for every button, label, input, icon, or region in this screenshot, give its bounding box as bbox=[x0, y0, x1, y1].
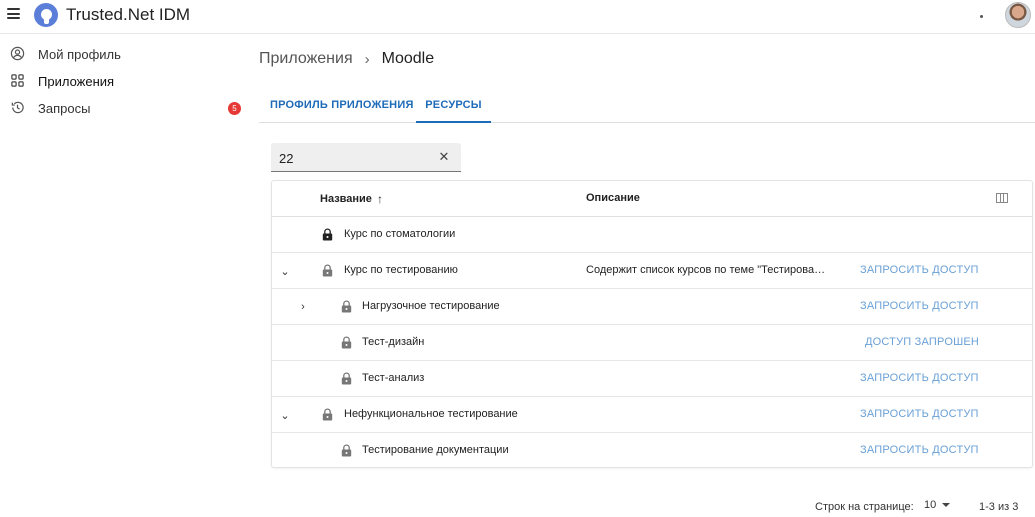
menu-icon[interactable] bbox=[7, 8, 20, 19]
resource-name: Курс по стоматологии bbox=[344, 228, 456, 240]
sidebar-item-profile[interactable]: Мой профиль bbox=[0, 41, 250, 67]
sidebar-item-label: Запросы bbox=[38, 100, 91, 116]
request-access-button[interactable]: ЗАПРОСИТЬ ДОСТУП bbox=[860, 408, 979, 420]
tab-resources[interactable]: РЕСУРСЫ bbox=[416, 88, 491, 123]
breadcrumb-current: Moodle bbox=[381, 50, 435, 67]
sidebar-item-applications[interactable]: Приложения bbox=[0, 68, 250, 94]
breadcrumb-parent[interactable]: Приложения bbox=[259, 50, 353, 68]
chevron-down-icon[interactable]: ⌄ bbox=[279, 265, 291, 278]
access-requested-status: ДОСТУП ЗАПРОШЕН bbox=[865, 336, 980, 348]
breadcrumb: Приложения › Moodle bbox=[259, 50, 434, 68]
table-row[interactable]: Курс по стоматологии bbox=[272, 217, 1032, 253]
lock-icon bbox=[322, 264, 333, 277]
lock-icon bbox=[341, 300, 352, 313]
app-bar: Trusted.Net IDM bbox=[0, 0, 1035, 34]
avatar[interactable] bbox=[1005, 2, 1031, 28]
tab-app-profile[interactable]: ПРОФИЛЬ ПРИЛОЖЕНИЯ bbox=[259, 88, 414, 122]
requests-count-badge: 5 bbox=[228, 102, 241, 115]
status-dot bbox=[980, 15, 983, 18]
resource-name: Тест-анализ bbox=[362, 372, 425, 384]
search-input[interactable] bbox=[279, 149, 429, 167]
tabs: ПРОФИЛЬ ПРИЛОЖЕНИЯ РЕСУРСЫ bbox=[259, 88, 1035, 123]
lock-icon bbox=[322, 408, 333, 421]
table-row[interactable]: Тест-анализ ЗАПРОСИТЬ ДОСТУП bbox=[272, 361, 1032, 397]
column-header-name-label: Название bbox=[320, 193, 372, 205]
sidebar-item-label: Мой профиль bbox=[38, 46, 121, 62]
rows-per-page-select[interactable]: 10 bbox=[924, 499, 951, 511]
history-icon bbox=[11, 101, 24, 114]
table-row[interactable]: Тестирование документации ЗАПРОСИТЬ ДОСТ… bbox=[272, 433, 1032, 469]
lock-icon bbox=[341, 372, 352, 385]
request-access-button[interactable]: ЗАПРОСИТЬ ДОСТУП bbox=[860, 264, 979, 276]
app-logo bbox=[34, 3, 58, 27]
apps-grid-icon bbox=[11, 74, 24, 87]
chevron-right-icon[interactable]: › bbox=[297, 301, 309, 313]
resource-name: Нагрузочное тестирование bbox=[362, 300, 500, 312]
resource-description: Содержит список курсов по теме "Тестиров… bbox=[586, 264, 831, 276]
breadcrumb-separator-icon: › bbox=[364, 50, 370, 68]
request-access-button[interactable]: ЗАПРОСИТЬ ДОСТУП bbox=[860, 444, 979, 456]
resources-table: Название ↑ Описание Курс по стоматологии… bbox=[271, 180, 1033, 468]
column-header-description: Описание bbox=[586, 192, 640, 204]
rows-per-page-value: 10 bbox=[924, 499, 937, 511]
columns-view-icon[interactable] bbox=[996, 193, 1008, 203]
pagination-range: 1-3 из 3 bbox=[979, 501, 1019, 513]
lock-icon bbox=[322, 228, 333, 241]
chevron-down-icon[interactable]: ⌄ bbox=[279, 409, 291, 422]
lock-icon bbox=[341, 336, 352, 349]
sidebar-item-label: Приложения bbox=[38, 73, 115, 89]
account-circle-icon bbox=[10, 46, 25, 61]
clear-icon[interactable]: ✕ bbox=[437, 149, 451, 164]
column-header-name[interactable]: Название ↑ bbox=[320, 192, 383, 206]
app-title: Trusted.Net IDM bbox=[66, 5, 191, 24]
request-access-button[interactable]: ЗАПРОСИТЬ ДОСТУП bbox=[860, 300, 979, 312]
table-header: Название ↑ Описание bbox=[272, 181, 1032, 217]
table-row[interactable]: ⌄ Курс по тестированию Содержит список к… bbox=[272, 253, 1032, 289]
table-row[interactable]: › Нагрузочное тестирование ЗАПРОСИТЬ ДОС… bbox=[272, 289, 1032, 325]
table-row[interactable]: Тест-дизайн ДОСТУП ЗАПРОШЕН bbox=[272, 325, 1032, 361]
resource-name: Тест-дизайн bbox=[362, 336, 425, 348]
table-row[interactable]: ⌄ Нефункциональное тестирование ЗАПРОСИТ… bbox=[272, 397, 1032, 433]
resource-name: Курс по тестированию bbox=[344, 264, 458, 276]
resource-name: Тестирование документации bbox=[362, 444, 509, 456]
sidebar-item-requests[interactable]: Запросы 5 bbox=[0, 95, 250, 121]
caret-down-icon bbox=[942, 503, 951, 507]
rows-per-page-label: Строк на странице: bbox=[815, 501, 914, 513]
request-access-button[interactable]: ЗАПРОСИТЬ ДОСТУП bbox=[860, 372, 979, 384]
search-field: ✕ bbox=[271, 143, 461, 172]
sort-ascending-icon[interactable]: ↑ bbox=[377, 192, 383, 206]
resource-name: Нефункциональное тестирование bbox=[344, 408, 518, 420]
lock-icon bbox=[341, 444, 352, 457]
